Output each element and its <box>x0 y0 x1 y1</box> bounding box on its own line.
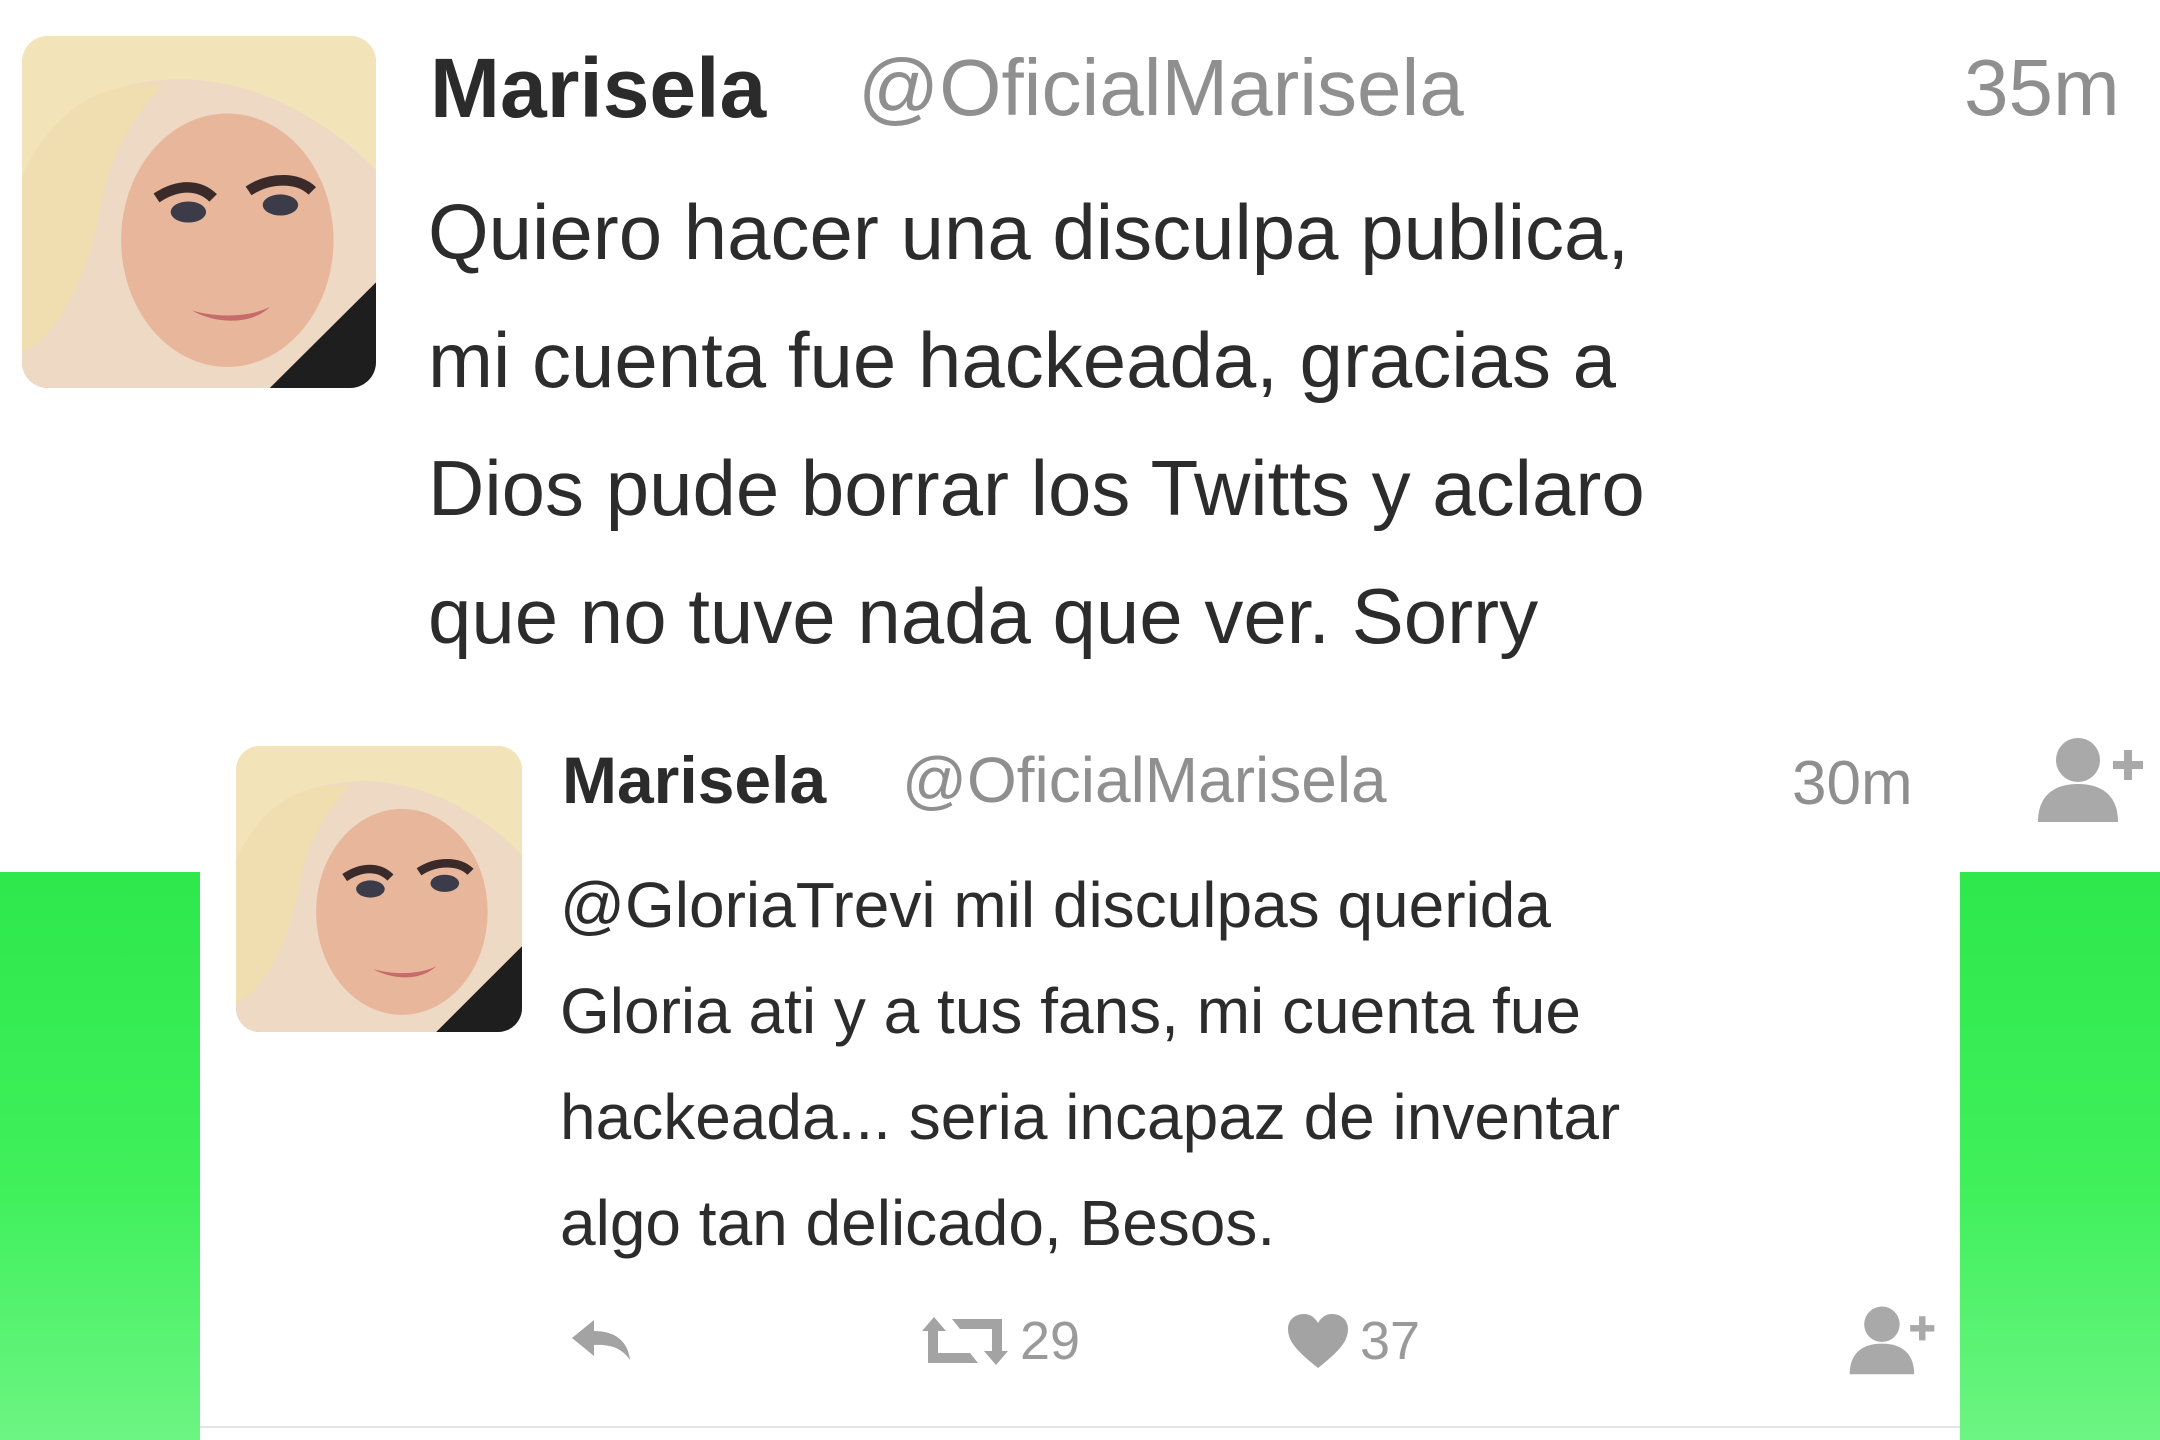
author-handle[interactable]: @OficialMarisela <box>902 740 1387 820</box>
tweet-text-line: hackeada... seria incapaz de inventar <box>560 1081 1621 1153</box>
tweet-text-line: Quiero hacer una disculpa publica, <box>428 188 1630 276</box>
like-count: 37 <box>1360 1311 1421 1371</box>
green-background-left <box>0 872 200 1440</box>
avatar[interactable] <box>22 36 376 388</box>
retweet-icon <box>922 1317 1008 1365</box>
tweet-text-line: @GloriaTrevi mil disculpas querida <box>560 869 1551 941</box>
heart-icon <box>1288 1314 1348 1368</box>
tweet-text-line: mi cuenta fue hackeada, gracias a <box>428 316 1617 404</box>
tweet-text-line: que no tuve nada que ver. Sorry <box>428 572 1539 660</box>
avatar[interactable] <box>236 746 522 1032</box>
retweet-count: 29 <box>1020 1311 1081 1371</box>
add-user-icon[interactable] <box>1840 1300 1940 1376</box>
author-name[interactable]: Marisela <box>562 740 826 820</box>
green-background-right <box>1960 872 2160 1440</box>
author-name[interactable]: Marisela <box>430 40 766 136</box>
tweet-timestamp[interactable]: 35m <box>1964 40 2120 136</box>
like-button[interactable]: 37 <box>1286 1306 1420 1376</box>
author-handle[interactable]: @OficialMarisela <box>858 40 1464 136</box>
divider <box>200 1426 1960 1428</box>
add-user-icon[interactable] <box>2026 730 2150 824</box>
tweet-text: @GloriaTrevi mil disculpas querida Glori… <box>560 852 1620 1276</box>
tweet-text: Quiero hacer una disculpa publica, mi cu… <box>428 168 1645 680</box>
retweet-button[interactable]: 29 <box>920 1306 1080 1376</box>
tweet-text-line: Dios pude borrar los Twitts y aclaro <box>428 444 1645 532</box>
reply-button[interactable] <box>566 1314 636 1364</box>
reply-arrow-icon <box>572 1320 630 1360</box>
tweet-text-line: algo tan delicado, Besos. <box>560 1187 1276 1259</box>
tweet-text-line: Gloria ati y a tus fans, mi cuenta fue <box>560 975 1581 1047</box>
tweet-timestamp[interactable]: 30m <box>1792 744 1913 824</box>
